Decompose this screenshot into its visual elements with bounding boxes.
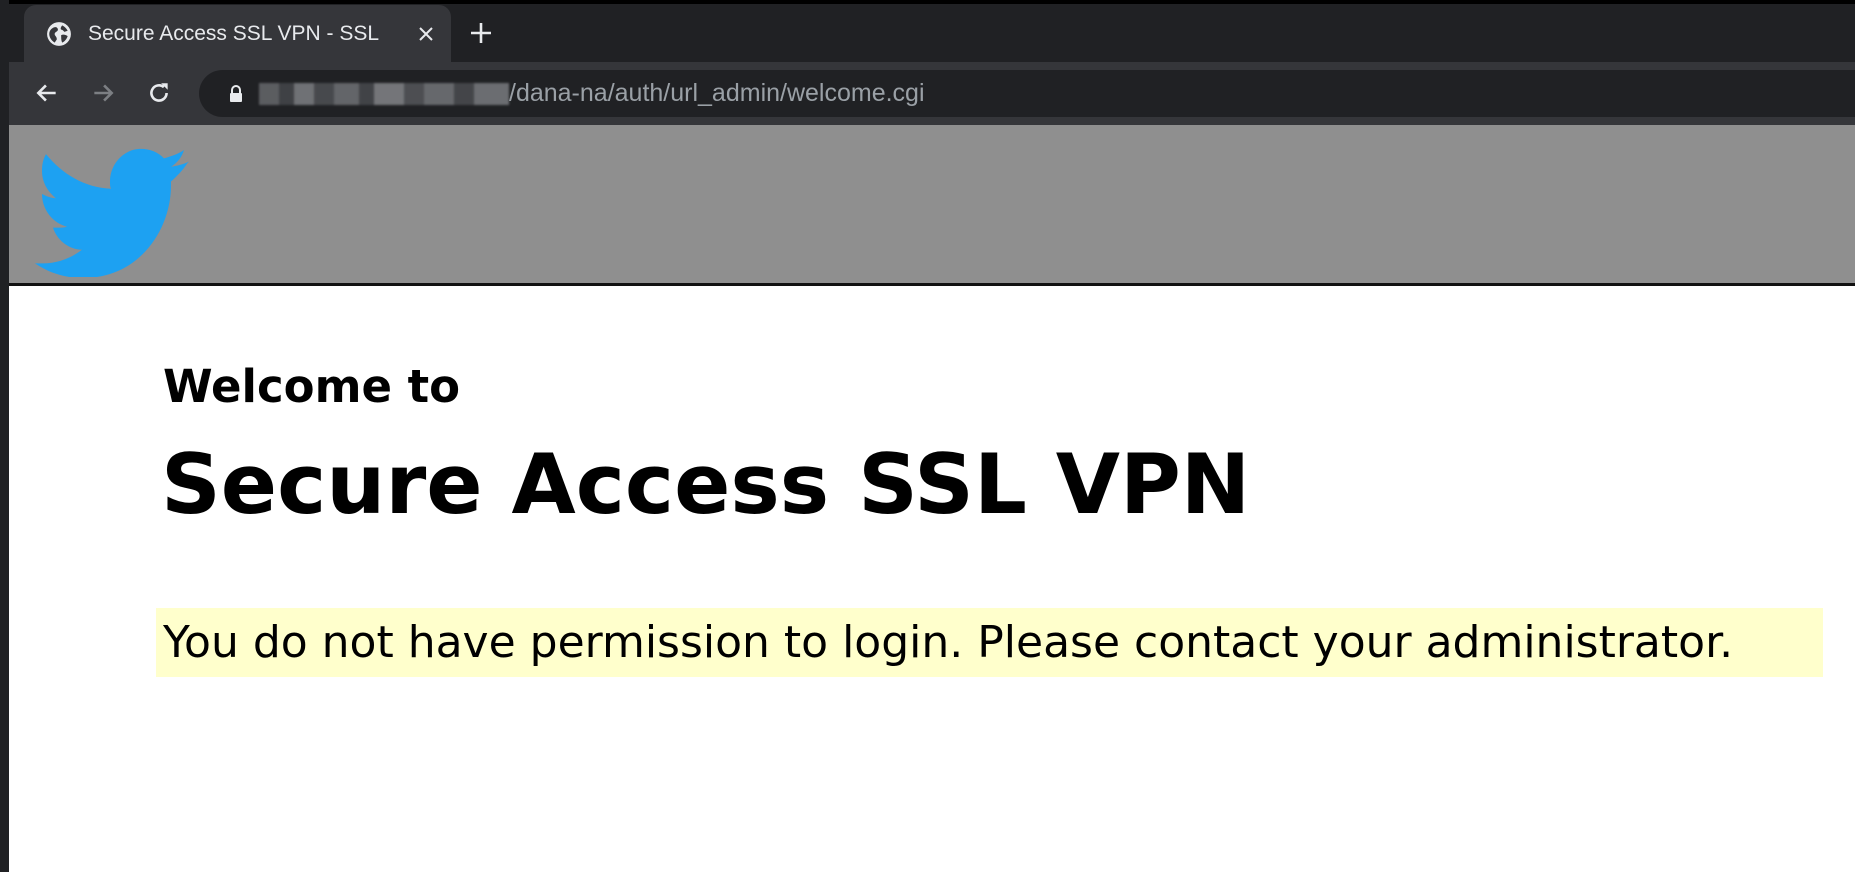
window-edge: [0, 0, 9, 872]
reload-icon: [150, 83, 168, 102]
url-host-redacted: [259, 82, 509, 105]
back-button[interactable]: [27, 73, 67, 113]
lock-icon[interactable]: [227, 83, 245, 105]
plus-icon: [471, 23, 491, 43]
error-message-box: You do not have permission to login. Ple…: [156, 608, 1823, 677]
close-icon[interactable]: [411, 19, 441, 49]
reload-button[interactable]: [139, 73, 179, 113]
forward-button[interactable]: [83, 73, 123, 113]
error-message: You do not have permission to login. Ple…: [163, 617, 1734, 668]
globe-icon: [46, 21, 72, 47]
site-header: [9, 125, 1855, 286]
new-tab-button[interactable]: [464, 16, 498, 50]
browser-toolbar: /dana-na/auth/url_admin/welcome.cgi: [9, 62, 1855, 125]
back-arrow-icon: [36, 84, 56, 102]
forward-arrow-icon: [94, 84, 114, 102]
browser-window: Secure Access SSL VPN - SSL /dana-na/aut…: [0, 0, 1855, 872]
tab-active[interactable]: Secure Access SSL VPN - SSL: [24, 5, 451, 63]
url-path: /dana-na/auth/url_admin/welcome.cgi: [509, 79, 925, 107]
tab-title: Secure Access SSL VPN - SSL: [88, 22, 380, 45]
tab-strip: Secure Access SSL VPN - SSL: [9, 0, 1855, 63]
product-title: Secure Access SSL VPN: [161, 436, 1251, 533]
welcome-heading: Welcome to: [163, 360, 461, 413]
twitter-bird-logo: [35, 148, 189, 277]
address-bar[interactable]: /dana-na/auth/url_admin/welcome.cgi: [199, 70, 1855, 117]
